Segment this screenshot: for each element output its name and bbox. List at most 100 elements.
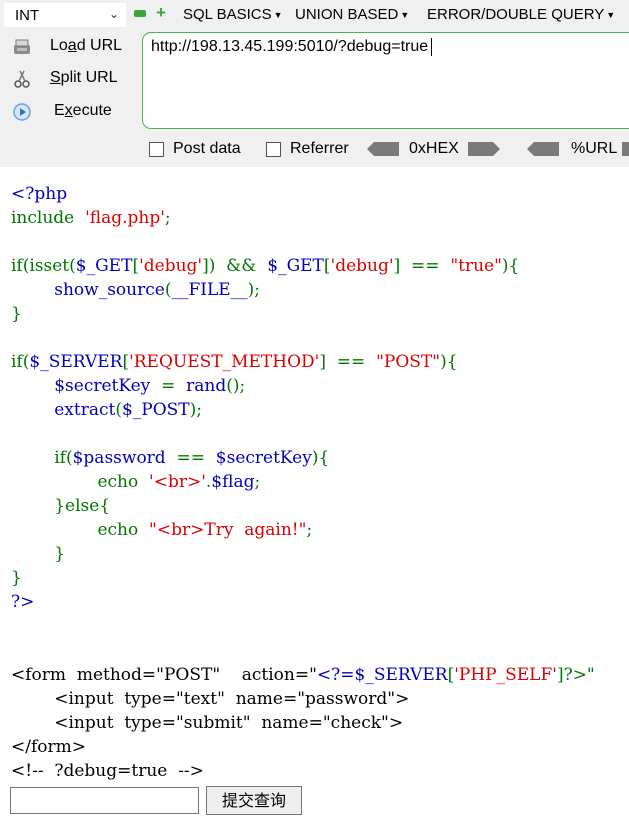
hex-decode-arrow-icon[interactable] bbox=[367, 142, 399, 156]
type-select[interactable]: INT ⌄ bbox=[4, 3, 126, 27]
load-url-label-c: d URL bbox=[76, 37, 123, 54]
code-token: ( bbox=[115, 400, 122, 420]
code-token: ){ bbox=[311, 448, 330, 468]
increase-icon[interactable]: + bbox=[154, 4, 168, 21]
load-url-label-a: Lo bbox=[50, 37, 68, 54]
code-token: $_GET bbox=[267, 256, 324, 276]
code-token: } bbox=[11, 304, 22, 324]
post-data-checkbox[interactable] bbox=[149, 142, 164, 157]
execute-label-b: x bbox=[64, 102, 73, 119]
html-source-line: <form method="POST" action=" bbox=[11, 665, 317, 685]
hex-label[interactable]: 0xHEX bbox=[409, 140, 459, 158]
code-token: if( bbox=[11, 352, 30, 372]
php-source-code: <?php include 'flag.php'; if(isset($_GET… bbox=[11, 182, 519, 614]
html-source-token: ]?>" bbox=[556, 665, 595, 685]
code-token: rand bbox=[186, 376, 227, 396]
split-url-label-a: S bbox=[50, 69, 61, 86]
code-token: echo bbox=[97, 472, 150, 492]
code-token: if(isset( bbox=[11, 256, 76, 276]
code-token: ] == bbox=[319, 352, 377, 372]
html-source-line: </form> bbox=[11, 737, 86, 757]
menu-sql-basics-label: SQL BASICS bbox=[183, 6, 272, 23]
code-token: '<br>' bbox=[149, 472, 206, 492]
code-token: (); bbox=[226, 376, 246, 396]
code-token: "POST" bbox=[376, 352, 441, 372]
code-token: 'REQUEST_METHOD' bbox=[129, 352, 320, 372]
html-form-source: <form method="POST" action="<?=$_SERVER[… bbox=[11, 663, 595, 783]
code-token: ] == bbox=[393, 256, 451, 276]
code-token: ?> bbox=[11, 592, 35, 612]
post-data-label: Post data bbox=[173, 140, 241, 157]
referrer-checkbox[interactable] bbox=[266, 142, 281, 157]
url-textarea[interactable]: http://198.13.45.199:5010/?debug=true bbox=[142, 32, 629, 129]
code-token: echo bbox=[97, 520, 150, 540]
code-token: = bbox=[150, 376, 187, 396]
load-url-label-b: a bbox=[67, 37, 77, 54]
code-token: __FILE__ bbox=[171, 280, 248, 300]
code-token: $_POST bbox=[121, 400, 190, 420]
type-select-value: INT bbox=[15, 7, 40, 24]
code-token: $_SERVER bbox=[29, 352, 123, 372]
play-icon bbox=[13, 103, 31, 121]
code-token: ); bbox=[247, 280, 261, 300]
url-value: http://198.13.45.199:5010/?debug=true bbox=[151, 38, 429, 56]
code-token: ){ bbox=[440, 352, 458, 372]
code-token: ; bbox=[164, 208, 171, 228]
code-token: $secretKey bbox=[215, 448, 312, 468]
code-token: if( bbox=[54, 448, 73, 468]
html-source-line: <!-- ?debug=true --> bbox=[11, 761, 204, 781]
referrer-label: Referrer bbox=[290, 140, 349, 157]
code-token: ); bbox=[189, 400, 203, 420]
code-token: ; bbox=[306, 520, 313, 540]
scissors-icon bbox=[14, 70, 30, 88]
menu-union-based-label: UNION BASED bbox=[295, 6, 399, 23]
password-input[interactable] bbox=[10, 787, 199, 814]
code-token: } bbox=[11, 568, 22, 588]
execute-label-a: E bbox=[54, 102, 65, 119]
submit-query-button[interactable]: 提交查询 bbox=[206, 786, 302, 815]
decrease-icon[interactable] bbox=[134, 10, 146, 17]
code-token: ){ bbox=[501, 256, 520, 276]
chevron-down-icon: ⌄ bbox=[108, 7, 119, 21]
code-token: 'debug' bbox=[330, 256, 394, 276]
menu-sql-basics[interactable]: SQL BASICS ▼ bbox=[183, 6, 283, 23]
url-label[interactable]: %URL bbox=[571, 140, 617, 158]
url-text: http://198.13.45.199:5010/?debug=true bbox=[151, 38, 433, 56]
code-token: show_source bbox=[54, 280, 165, 300]
hackbar-toolbar: INT ⌄ + SQL BASICS ▼ UNION BASED ▼ ERROR/D… bbox=[0, 0, 629, 167]
execute-label-c: ecute bbox=[72, 102, 112, 119]
split-url-label-b: plit URL bbox=[60, 69, 118, 86]
menu-error-double-query[interactable]: ERROR/DOUBLE QUERY ▼ bbox=[427, 6, 615, 23]
url-decode-arrow-icon[interactable] bbox=[527, 142, 559, 156]
code-token: [ bbox=[323, 256, 331, 276]
caret-down-icon: ▼ bbox=[606, 10, 616, 21]
code-token: 'flag.php' bbox=[85, 208, 165, 228]
code-token: == bbox=[165, 448, 216, 468]
code-token: $password bbox=[72, 448, 166, 468]
code-token: $secretKey bbox=[54, 376, 151, 396]
code-token: "true" bbox=[450, 256, 502, 276]
html-source-token: <?=$_SERVER bbox=[316, 665, 448, 685]
code-token: $flag bbox=[211, 472, 255, 492]
code-token: ]) && bbox=[202, 256, 268, 276]
load-url-button[interactable]: Load URL bbox=[8, 35, 133, 59]
split-url-label: Split URL bbox=[50, 69, 118, 87]
url-encode-arrow-icon[interactable] bbox=[622, 142, 629, 156]
code-line: <?php bbox=[11, 184, 68, 204]
caret-down-icon: ▼ bbox=[400, 10, 410, 21]
menu-union-based[interactable]: UNION BASED ▼ bbox=[295, 6, 409, 23]
load-url-icon bbox=[14, 39, 30, 54]
hackbar-menu-bar: INT ⌄ + SQL BASICS ▼ UNION BASED ▼ ERROR/D… bbox=[0, 0, 629, 30]
hex-encode-arrow-icon[interactable] bbox=[468, 142, 500, 156]
code-token: 'debug' bbox=[139, 256, 203, 276]
code-token: "<br>Try again!" bbox=[149, 520, 307, 540]
code-token: ; bbox=[254, 472, 261, 492]
load-url-label: Load URL bbox=[50, 37, 122, 55]
code-token: $_GET bbox=[75, 256, 133, 276]
code-token: extract bbox=[54, 400, 116, 420]
execute-button[interactable]: Execute bbox=[8, 100, 133, 124]
text-cursor bbox=[431, 38, 433, 56]
html-source-line: <input type="text" name="password"> bbox=[11, 689, 410, 709]
caret-down-icon: ▼ bbox=[273, 10, 283, 21]
split-url-button[interactable]: Split URL bbox=[8, 67, 133, 91]
